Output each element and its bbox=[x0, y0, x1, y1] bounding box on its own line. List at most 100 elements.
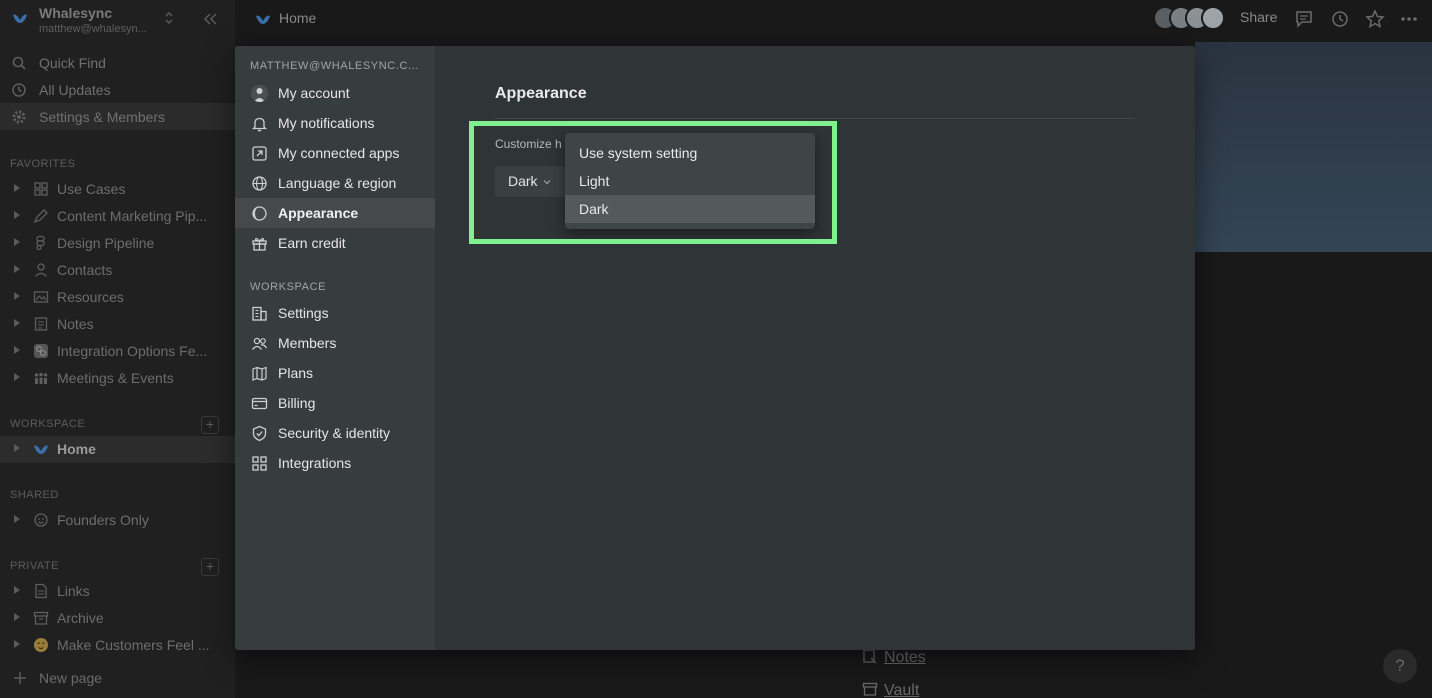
expand-arrow-icon[interactable] bbox=[14, 238, 20, 246]
smiley-icon bbox=[34, 513, 48, 527]
sidebar-item-archive[interactable]: Archive bbox=[0, 605, 235, 632]
clock-icon bbox=[12, 83, 26, 97]
settings-item-plans[interactable]: Plans bbox=[235, 358, 435, 388]
notes-link[interactable]: Notes bbox=[862, 648, 926, 667]
settings-item-my-notifications[interactable]: My notifications bbox=[235, 108, 435, 138]
expand-arrow-icon[interactable] bbox=[14, 586, 20, 594]
settings-sidebar: MATTHEW@WHALESYNC.C... My account My not… bbox=[235, 46, 435, 650]
sidebar-item-resources[interactable]: Resources bbox=[0, 284, 235, 311]
settings-item-integrations[interactable]: Integrations bbox=[235, 448, 435, 478]
sidebar-item-links[interactable]: Links bbox=[0, 578, 235, 605]
archive-icon bbox=[862, 682, 878, 696]
sidebar: Whalesync matthew@whalesyn... Quick Find… bbox=[0, 0, 235, 698]
share-button[interactable]: Share bbox=[1240, 9, 1277, 25]
shield-icon bbox=[252, 425, 267, 442]
expand-arrow-icon[interactable] bbox=[14, 515, 20, 523]
star-icon[interactable] bbox=[1365, 9, 1385, 29]
sidebar-item-home[interactable]: Home bbox=[0, 436, 235, 463]
settings-item-label: Members bbox=[278, 335, 337, 351]
sidebar-item-label: Make Customers Feel ... bbox=[57, 637, 210, 653]
expand-arrow-icon[interactable] bbox=[14, 292, 20, 300]
settings-item-my-account[interactable]: My account bbox=[235, 78, 435, 108]
sidebar-item-make-customers[interactable]: Make Customers Feel ... bbox=[0, 632, 235, 659]
sidebar-item-label: All Updates bbox=[39, 82, 111, 98]
sidebar-item-integration-options[interactable]: Integration Options Fe... bbox=[0, 338, 235, 365]
favorites-section-label: FAVORITES bbox=[10, 158, 76, 170]
people-icon bbox=[34, 372, 48, 384]
sidebar-item-all-updates[interactable]: All Updates bbox=[0, 76, 235, 103]
settings-item-members[interactable]: Members bbox=[235, 328, 435, 358]
collapse-sidebar-icon[interactable] bbox=[201, 10, 219, 28]
person-icon bbox=[35, 263, 47, 277]
sidebar-item-contacts[interactable]: Contacts bbox=[0, 257, 235, 284]
sidebar-item-quick-find[interactable]: Quick Find bbox=[0, 49, 235, 76]
expand-arrow-icon[interactable] bbox=[14, 346, 20, 354]
account-section-label: MATTHEW@WHALESYNC.C... bbox=[250, 60, 419, 72]
comment-icon[interactable] bbox=[1294, 9, 1314, 29]
whale-logo-icon bbox=[13, 14, 27, 23]
globe-icon bbox=[252, 176, 267, 191]
sidebar-item-founders-only[interactable]: Founders Only bbox=[0, 507, 235, 534]
note-icon bbox=[34, 317, 48, 331]
bell-icon bbox=[251, 117, 268, 132]
settings-item-label: Settings bbox=[278, 305, 329, 321]
sidebar-item-use-cases[interactable]: Use Cases bbox=[0, 176, 235, 203]
more-icon[interactable] bbox=[1399, 9, 1419, 29]
settings-item-language-region[interactable]: Language & region bbox=[235, 168, 435, 198]
sidebar-item-notes[interactable]: Notes bbox=[0, 311, 235, 338]
settings-item-settings[interactable]: Settings bbox=[235, 298, 435, 328]
expand-arrow-icon[interactable] bbox=[14, 265, 20, 273]
sidebar-item-content-marketing[interactable]: Content Marketing Pip... bbox=[0, 203, 235, 230]
expand-arrow-icon[interactable] bbox=[14, 444, 20, 452]
workspace-section-label: WORKSPACE bbox=[250, 281, 327, 293]
new-page-button[interactable]: New page bbox=[0, 664, 235, 692]
divider bbox=[495, 118, 1135, 119]
history-icon[interactable] bbox=[1330, 9, 1350, 29]
sidebar-item-label: Meetings & Events bbox=[57, 370, 174, 386]
vault-link[interactable]: Vault bbox=[862, 681, 919, 698]
expand-arrow-icon[interactable] bbox=[14, 184, 20, 192]
expand-arrow-icon[interactable] bbox=[14, 319, 20, 327]
settings-item-label: My connected apps bbox=[278, 145, 400, 161]
sidebar-item-meetings[interactable]: Meetings & Events bbox=[0, 365, 235, 392]
settings-item-label: Integrations bbox=[278, 455, 352, 471]
new-page-label: New page bbox=[39, 670, 103, 686]
settings-item-label: Appearance bbox=[278, 205, 359, 221]
add-workspace-page-button[interactable]: + bbox=[201, 416, 219, 434]
expand-arrow-icon[interactable] bbox=[14, 211, 20, 219]
settings-item-appearance[interactable]: Appearance bbox=[235, 198, 435, 228]
expand-arrow-icon[interactable] bbox=[14, 613, 20, 621]
members-icon bbox=[251, 337, 268, 350]
settings-item-my-connected-apps[interactable]: My connected apps bbox=[235, 138, 435, 168]
settings-item-earn-credit[interactable]: Earn credit bbox=[235, 228, 435, 258]
map-icon bbox=[252, 366, 267, 381]
workspace-name: Whalesync bbox=[39, 5, 113, 21]
search-icon bbox=[12, 56, 26, 70]
archive-icon bbox=[33, 611, 49, 625]
pen-icon bbox=[33, 209, 48, 224]
topbar: Home Share bbox=[235, 0, 1432, 42]
settings-item-security[interactable]: Security & identity bbox=[235, 418, 435, 448]
settings-item-billing[interactable]: Billing bbox=[235, 388, 435, 418]
expand-arrow-icon[interactable] bbox=[14, 640, 20, 648]
collaborator-avatars[interactable] bbox=[1153, 6, 1225, 30]
sidebar-item-label: Archive bbox=[57, 610, 104, 626]
sidebar-item-label: Use Cases bbox=[57, 181, 126, 197]
image-icon bbox=[33, 291, 49, 303]
workspace-switcher[interactable]: Whalesync matthew@whalesyn... bbox=[0, 0, 235, 42]
add-private-page-button[interactable]: + bbox=[201, 558, 219, 576]
whale-icon bbox=[34, 445, 48, 454]
sidebar-item-label: Design Pipeline bbox=[57, 235, 155, 251]
expand-arrow-icon[interactable] bbox=[14, 373, 20, 381]
sidebar-item-label: Quick Find bbox=[39, 55, 106, 71]
help-button[interactable]: ? bbox=[1383, 649, 1417, 683]
credit-card-icon bbox=[251, 397, 268, 410]
sidebar-item-design-pipeline[interactable]: Design Pipeline bbox=[0, 230, 235, 257]
sidebar-item-label: Founders Only bbox=[57, 512, 149, 528]
sidebar-item-label: Notes bbox=[57, 316, 94, 332]
breadcrumb[interactable]: Home bbox=[279, 10, 316, 26]
settings-item-label: Billing bbox=[278, 395, 316, 411]
sidebar-item-label: Resources bbox=[57, 289, 124, 305]
chevron-up-down-icon[interactable] bbox=[163, 10, 175, 26]
sidebar-item-settings[interactable]: Settings & Members bbox=[0, 103, 235, 130]
